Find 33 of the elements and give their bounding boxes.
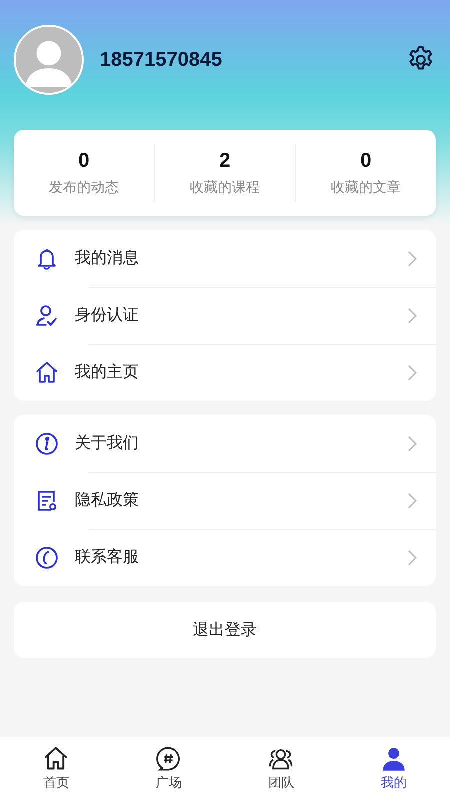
chevron-icon <box>408 436 417 452</box>
chevron-icon <box>408 308 417 324</box>
bell-icon <box>35 246 59 270</box>
menu-item[interactable]: 我的消息 <box>14 230 436 287</box>
tab[interactable]: 首页 <box>0 746 112 792</box>
menu-item[interactable]: 身份认证 <box>14 287 436 344</box>
menu-item[interactable]: 我的主页 <box>14 344 436 401</box>
info-icon <box>35 432 59 456</box>
house-icon <box>43 746 70 772</box>
stat-value: 2 <box>219 150 231 172</box>
menu-item[interactable]: 联系客服 <box>14 529 436 586</box>
person-icon <box>380 746 407 772</box>
chevron-icon <box>408 250 417 266</box>
stat-value: 0 <box>360 150 372 172</box>
username: 18571570845 <box>100 48 224 72</box>
stat-label: 收藏的文章 <box>331 178 401 196</box>
logout-button[interactable]: 退出登录 <box>14 602 436 658</box>
chevron-icon <box>408 550 417 566</box>
tab[interactable]: 团队 <box>225 746 338 792</box>
menu-item[interactable]: 隐私政策 <box>14 472 436 529</box>
menu-item[interactable]: 关于我们 <box>14 415 436 472</box>
stat-label: 发布的动态 <box>49 178 119 196</box>
tab[interactable]: 我的 <box>338 746 450 792</box>
chevron-icon <box>408 364 417 380</box>
house-icon <box>35 360 59 384</box>
stat-label: 收藏的课程 <box>190 178 260 196</box>
stat-value: 0 <box>78 150 90 172</box>
chevron-icon <box>408 492 417 508</box>
phone-icon <box>35 546 59 570</box>
document-gear-icon <box>35 488 59 512</box>
user-check-icon <box>35 304 59 328</box>
hashtag-bubble-icon <box>156 746 182 772</box>
tab[interactable]: 广场 <box>112 746 225 792</box>
